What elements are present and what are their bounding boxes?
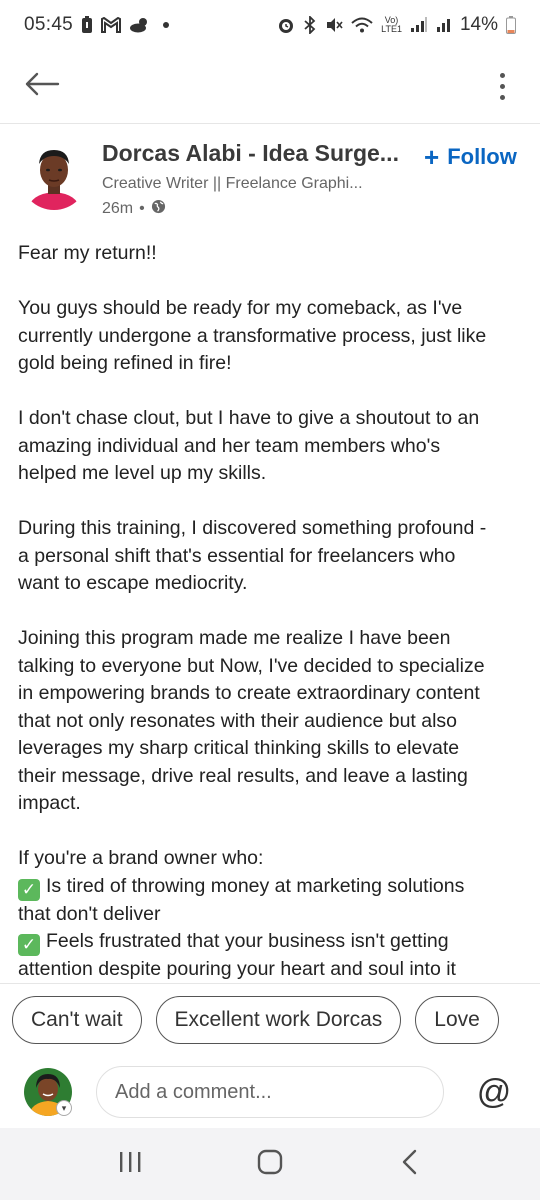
chevron-down-icon[interactable]: ▾ bbox=[56, 1100, 72, 1116]
signal-icon bbox=[410, 17, 428, 33]
recents-icon bbox=[117, 1150, 143, 1179]
post-line: leverages my sharp critical thinking ski… bbox=[18, 737, 460, 759]
checklist-item-cont: attention despite pouring your heart and… bbox=[18, 958, 456, 980]
post-line: in empowering brands to create extraordi… bbox=[18, 682, 480, 704]
home-button[interactable] bbox=[240, 1134, 300, 1194]
post-line: Fear my return!! bbox=[18, 242, 157, 264]
post-paragraph: During this training, I discovered somet… bbox=[18, 515, 526, 598]
post-line: want to escape mediocrity. bbox=[18, 572, 248, 594]
quick-replies: Can't wait Excellent work Dorcas Love bbox=[12, 996, 540, 1044]
checklist-item: ✓ Is tired of throwing money at marketing… bbox=[18, 873, 526, 901]
status-right: Vo) LTE1 14% bbox=[277, 14, 516, 36]
quick-reply-chip[interactable]: Can't wait bbox=[12, 996, 142, 1044]
post-line: currently undergone a transformative pro… bbox=[18, 324, 487, 347]
quick-reply-chip[interactable]: Excellent work Dorcas bbox=[155, 996, 402, 1044]
post-list-intro: If you're a brand owner who: bbox=[18, 847, 264, 869]
status-left: 05:45 bbox=[24, 14, 170, 36]
system-back-icon bbox=[401, 1149, 419, 1180]
post-line: I don't chase clout, but I have to give … bbox=[18, 407, 480, 429]
battery-saver-icon bbox=[81, 16, 93, 34]
post-header: Dorcas Alabi - Idea Surge... Creative Wr… bbox=[0, 126, 540, 226]
divider bbox=[0, 983, 540, 984]
system-back-button[interactable] bbox=[380, 1134, 440, 1194]
comment-bar: ▾ @ bbox=[0, 1058, 540, 1126]
recents-button[interactable] bbox=[100, 1134, 160, 1194]
post-meta: 26m • bbox=[102, 199, 402, 219]
check-mark-icon: ✓ bbox=[18, 934, 40, 956]
globe-icon bbox=[151, 199, 166, 219]
post-paragraph: You guys should be ready for my comeback… bbox=[18, 295, 526, 378]
more-vertical-icon-dot-2 bbox=[499, 84, 505, 89]
volte-icon: Vo) LTE1 bbox=[381, 15, 402, 34]
checklist-text: Is tired of throwing money at marketing … bbox=[46, 874, 465, 897]
author-headline: Creative Writer || Freelance Graphi... bbox=[102, 175, 363, 192]
post-body: Fear my return!! You guys should be read… bbox=[18, 240, 526, 980]
post-line: amazing individual and her team members … bbox=[18, 434, 441, 457]
bluetooth-icon bbox=[303, 16, 317, 34]
status-time: 05:45 bbox=[24, 14, 74, 35]
checklist-item-cont: that don't deliver bbox=[18, 902, 161, 925]
post-line: gold being refined in fire! bbox=[18, 352, 232, 374]
system-nav-bar bbox=[0, 1128, 540, 1200]
post-line: their message, drive real results, and l… bbox=[18, 764, 468, 787]
post-line: impact. bbox=[18, 792, 81, 814]
post-paragraph: I don't chase clout, but I have to give … bbox=[18, 405, 526, 488]
weather-icon bbox=[129, 17, 151, 33]
battery-icon bbox=[506, 16, 516, 34]
top-nav bbox=[0, 50, 540, 124]
home-icon bbox=[257, 1149, 283, 1180]
more-options-button[interactable] bbox=[484, 65, 520, 109]
post-line: that not only resonates with their audie… bbox=[18, 709, 458, 732]
post-line: Joining this program made me realize I h… bbox=[18, 627, 451, 649]
notification-dot-icon bbox=[163, 22, 170, 28]
follow-label: Follow bbox=[447, 144, 517, 169]
checklist-item: ✓ Feels frustrated that your business isn… bbox=[18, 928, 526, 956]
author-info: Dorcas Alabi - Idea Surge... Creative Wr… bbox=[102, 140, 402, 219]
post-line: You guys should be ready for my comeback… bbox=[18, 297, 463, 319]
alarm-icon bbox=[277, 16, 295, 34]
back-button[interactable] bbox=[20, 65, 64, 109]
post-line: talking to everyone but Now, I've decide… bbox=[18, 654, 485, 677]
post-line: helped me level up my skills. bbox=[18, 462, 267, 484]
network-label: LTE1 bbox=[381, 24, 402, 34]
more-vertical-icon-dot-3 bbox=[499, 95, 505, 100]
back-arrow-icon bbox=[24, 72, 60, 101]
signal-2-icon bbox=[436, 17, 452, 33]
meta-separator: • bbox=[139, 200, 145, 217]
author-name[interactable]: Dorcas Alabi - Idea Surge... bbox=[102, 140, 402, 167]
more-vertical-icon-dot-1 bbox=[499, 73, 505, 78]
plus-icon: + bbox=[424, 142, 440, 172]
check-mark-icon: ✓ bbox=[18, 878, 40, 901]
post-paragraph: Fear my return!! bbox=[18, 240, 526, 268]
post-time: 26m bbox=[102, 200, 134, 217]
battery-percent: 14% bbox=[459, 14, 498, 35]
quick-reply-chip[interactable]: Love bbox=[415, 996, 499, 1044]
comment-input[interactable] bbox=[96, 1066, 444, 1118]
mute-icon bbox=[325, 16, 343, 34]
follow-button[interactable]: + Follow bbox=[424, 144, 517, 170]
status-bar: 05:45 Vo) LTE1 14% bbox=[0, 0, 540, 50]
mention-button[interactable]: @ bbox=[474, 1072, 514, 1112]
author-avatar[interactable] bbox=[20, 142, 88, 210]
post-line: a personal shift that's essential for fr… bbox=[18, 544, 456, 567]
post-line: During this training, I discovered somet… bbox=[18, 517, 487, 539]
wifi-icon bbox=[351, 16, 373, 34]
gmail-icon bbox=[101, 17, 122, 33]
post-paragraph: Joining this program made me realize I h… bbox=[18, 625, 526, 818]
post-list: If you're a brand owner who: ✓ Is tired o… bbox=[18, 845, 526, 980]
checklist-text: Feels frustrated that your business isn'… bbox=[46, 930, 449, 952]
